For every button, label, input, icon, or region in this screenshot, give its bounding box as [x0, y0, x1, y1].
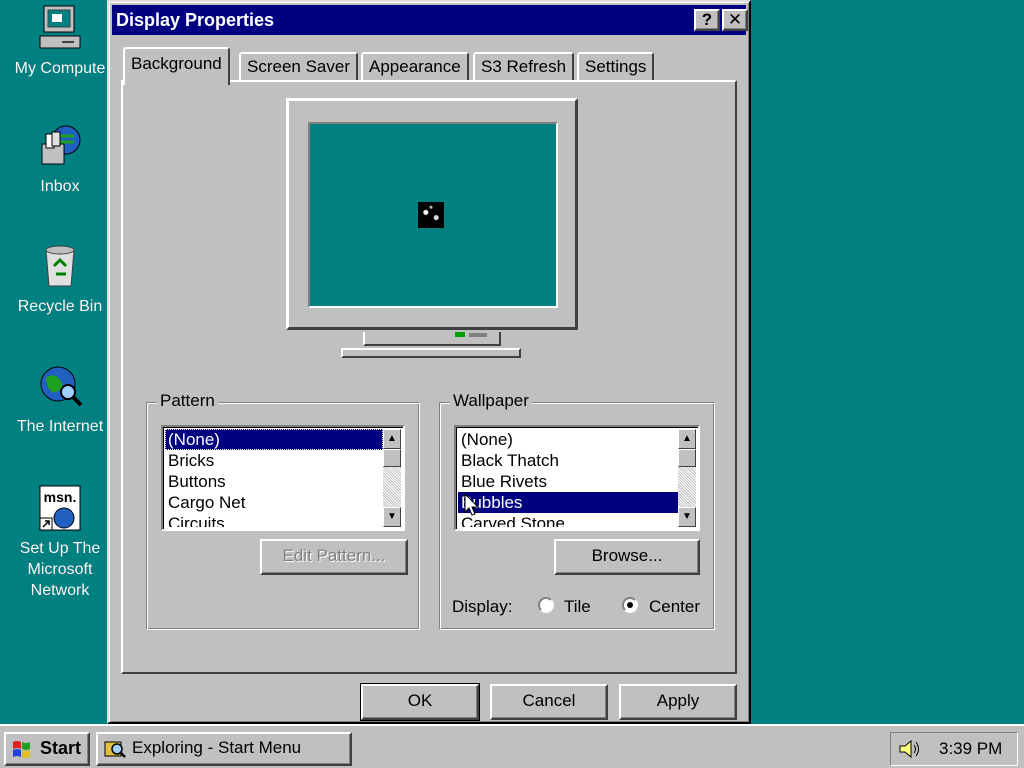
scroll-down-arrow-icon[interactable]: ▼	[678, 507, 696, 527]
pattern-group-label: Pattern	[157, 391, 218, 411]
monitor-preview	[286, 98, 578, 330]
monitor-stand	[363, 332, 501, 346]
display-label: Display:	[452, 597, 513, 616]
center-radio-label[interactable]: Center	[649, 597, 700, 617]
start-label: Start	[40, 738, 82, 758]
clock[interactable]: 3:39 PM	[939, 739, 1002, 759]
taskbar-item-label: Exploring - Start Menu	[132, 738, 302, 757]
monitor-base	[341, 348, 521, 358]
power-led-icon	[455, 332, 465, 337]
tab-appearance[interactable]: Appearance	[361, 52, 469, 82]
desktop-icon-recycle-bin[interactable]: Recycle Bin	[8, 242, 112, 317]
tab-background[interactable]: Background	[123, 47, 230, 85]
list-item[interactable]: Bubbles	[458, 492, 678, 513]
desktop-icon-label: Recycle Bin	[17, 298, 103, 315]
start-button[interactable]: Start	[4, 732, 90, 766]
close-button[interactable]: ✕	[722, 9, 748, 31]
list-item[interactable]: Circuits	[165, 513, 383, 527]
recycle-bin-icon	[36, 242, 84, 290]
list-item[interactable]: Black Thatch	[458, 450, 678, 471]
tab-settings[interactable]: Settings	[577, 52, 655, 82]
wallpaper-scrollbar[interactable]: ▲ ▼	[678, 429, 696, 527]
tab-s3-refresh[interactable]: S3 Refresh	[473, 52, 575, 82]
window-title: Display Properties	[116, 10, 275, 30]
desktop-icon-my-computer[interactable]: My Compute	[8, 4, 112, 79]
desktop-icon-msn[interactable]: msn. Set Up The Microsoft Network	[8, 484, 112, 601]
scroll-thumb[interactable]	[678, 449, 696, 467]
tab-screen-saver[interactable]: Screen Saver	[239, 52, 358, 82]
desktop-icon-inbox[interactable]: Inbox	[8, 122, 112, 197]
list-item[interactable]: (None)	[458, 429, 678, 450]
desktop-icon-the-internet[interactable]: The Internet	[8, 362, 112, 437]
wallpaper-preview-image	[418, 202, 444, 228]
list-item[interactable]: Bricks	[165, 450, 383, 471]
scroll-up-arrow-icon[interactable]: ▲	[383, 429, 401, 449]
my-computer-icon	[36, 4, 84, 52]
list-item[interactable]: Buttons	[165, 471, 383, 492]
system-tray: 3:39 PM	[890, 732, 1018, 766]
wallpaper-group: Wallpaper (None) Black Thatch Blue Rivet…	[439, 391, 715, 630]
list-item[interactable]: Cargo Net	[165, 492, 383, 513]
pattern-group: Pattern (None) Bricks Buttons Cargo Net …	[146, 391, 420, 630]
taskbar: Start Exploring - Start Menu 3:39 PM	[0, 724, 1024, 768]
scroll-thumb[interactable]	[383, 449, 401, 467]
internet-icon	[36, 362, 84, 410]
list-item[interactable]: Blue Rivets	[458, 471, 678, 492]
tile-radio[interactable]	[538, 597, 554, 613]
ok-button[interactable]: OK	[360, 683, 480, 721]
edit-pattern-button[interactable]: Edit Pattern...	[260, 539, 408, 575]
list-item[interactable]: (None)	[165, 429, 383, 450]
scroll-up-arrow-icon[interactable]: ▲	[678, 429, 696, 449]
desktop-icon-label: Set Up The Microsoft Network	[19, 540, 101, 599]
list-item[interactable]: Carved Stone	[458, 513, 678, 527]
pattern-list-items: (None) Bricks Buttons Cargo Net Circuits	[165, 429, 383, 527]
desktop-icon-label: Inbox	[40, 178, 80, 195]
pattern-listbox[interactable]: (None) Bricks Buttons Cargo Net Circuits…	[161, 425, 405, 531]
browse-button[interactable]: Browse...	[554, 539, 700, 575]
wallpaper-group-label: Wallpaper	[450, 391, 532, 411]
explorer-icon	[104, 741, 126, 758]
msn-icon: msn.	[36, 484, 84, 532]
display-properties-window: Display Properties ? ✕ Background Screen…	[107, 0, 751, 724]
windows-logo-icon	[13, 741, 30, 758]
pattern-scrollbar[interactable]: ▲ ▼	[383, 429, 401, 527]
tile-radio-label[interactable]: Tile	[564, 597, 591, 617]
mouse-cursor-icon	[464, 493, 480, 516]
desktop-icon-label: My Compute	[14, 60, 106, 77]
wallpaper-list-items: (None) Black Thatch Blue Rivets Bubbles …	[458, 429, 678, 527]
inbox-icon	[36, 122, 84, 170]
wallpaper-listbox[interactable]: (None) Black Thatch Blue Rivets Bubbles …	[454, 425, 700, 531]
desktop-icon-label: The Internet	[16, 418, 104, 435]
scroll-down-arrow-icon[interactable]: ▼	[383, 507, 401, 527]
taskbar-item-exploring[interactable]: Exploring - Start Menu	[96, 732, 352, 766]
monitor-slot	[469, 333, 487, 337]
svg-text:msn.: msn.	[44, 489, 77, 505]
volume-speaker-icon[interactable]	[897, 738, 921, 760]
cancel-button[interactable]: Cancel	[490, 684, 608, 720]
background-tab-panel: Pattern (None) Bricks Buttons Cargo Net …	[121, 80, 737, 674]
help-button[interactable]: ?	[694, 9, 720, 31]
apply-button[interactable]: Apply	[619, 684, 737, 720]
preview-screen	[308, 122, 558, 308]
center-radio[interactable]	[622, 597, 638, 613]
title-bar[interactable]: Display Properties ? ✕	[112, 5, 748, 35]
